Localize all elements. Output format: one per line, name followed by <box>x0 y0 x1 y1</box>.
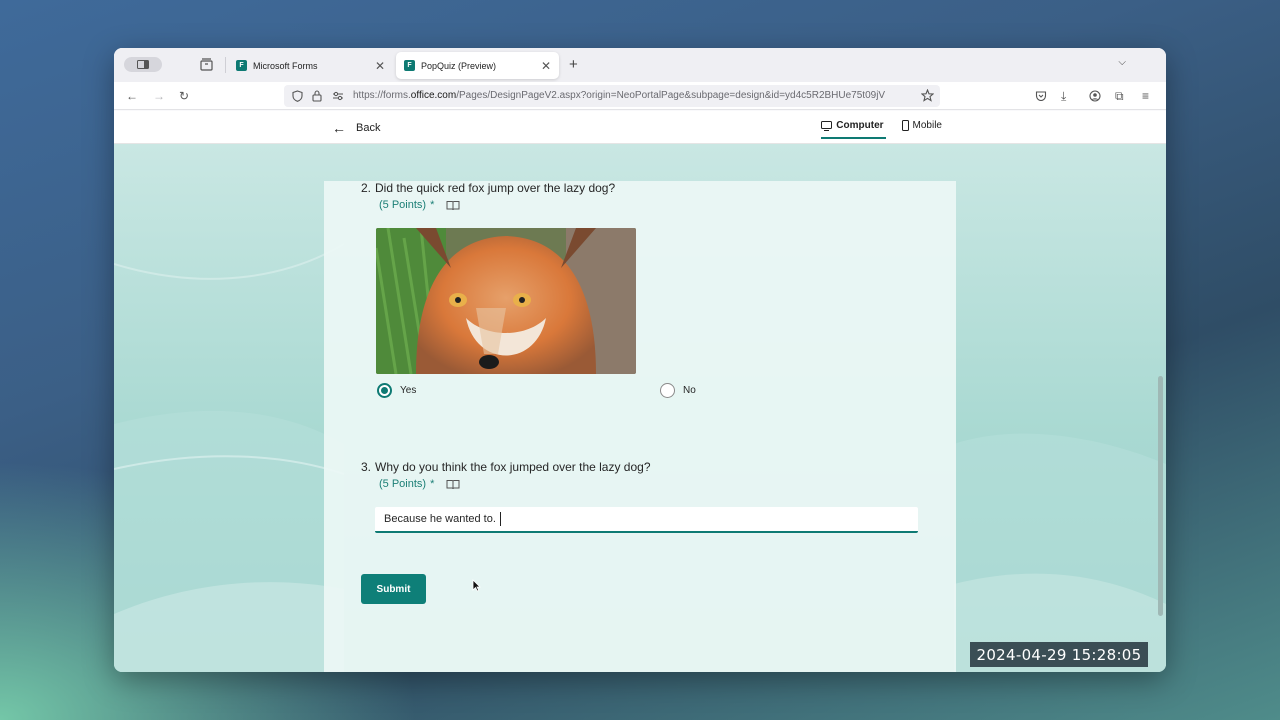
question-number: 3. <box>361 460 372 474</box>
extensions-icon[interactable]: ⧉ <box>1115 89 1124 104</box>
question-3-points: (5 Points) * <box>379 478 460 490</box>
account-icon[interactable] <box>1089 90 1101 102</box>
submit-button[interactable]: Submit <box>361 574 426 604</box>
tab-title: Microsoft Forms <box>253 60 318 71</box>
close-tab-icon[interactable]: ✕ <box>375 59 385 73</box>
back-button[interactable]: ← Back <box>332 120 380 136</box>
sidebar-toggle-button[interactable] <box>124 57 162 72</box>
points-label: (5 Points) <box>379 199 427 211</box>
tab-microsoft-forms[interactable]: F Microsoft Forms ✕ <box>228 52 393 79</box>
question-text: Why do you think the fox jumped over the… <box>375 460 651 474</box>
option-label: No <box>683 385 696 396</box>
required-mark: * <box>430 199 435 211</box>
tab-popquiz-preview[interactable]: F PopQuiz (Preview) ✕ <box>396 52 559 79</box>
points-label: (5 Points) <box>379 478 427 490</box>
bookmark-star-icon[interactable] <box>921 89 934 102</box>
sidebar-icon <box>137 60 149 69</box>
mobile-icon <box>901 120 909 131</box>
tab-title: PopQuiz (Preview) <box>421 60 497 71</box>
forms-header: ← Back Computer Mobile <box>114 111 1166 144</box>
computer-view-button[interactable]: Computer <box>821 120 886 139</box>
mouse-cursor-icon <box>472 579 481 592</box>
back-arrow-icon[interactable]: ← <box>126 89 138 103</box>
url-domain: office.com <box>410 90 457 101</box>
url-path: /Pages/DesignPageV2.aspx?origin=NeoPorta… <box>456 90 886 101</box>
required-mark: * <box>430 478 435 490</box>
option-label: Yes <box>400 385 417 396</box>
navigation-bar: ← → ↻ https://forms.office.com/Pages/Des… <box>114 82 1166 110</box>
question-2-points: (5 Points) * <box>379 199 460 211</box>
immersive-reader-icon[interactable] <box>446 200 460 211</box>
shield-icon[interactable] <box>292 90 303 102</box>
permissions-icon[interactable] <box>332 91 344 101</box>
chevron-down-icon[interactable]: ⌵ <box>1118 57 1126 68</box>
back-arrow-icon: ← <box>332 120 346 136</box>
forms-favicon-icon: F <box>404 60 415 71</box>
tab-strip: F Microsoft Forms ✕ F PopQuiz (Preview) … <box>114 48 1166 82</box>
url-text[interactable]: https://forms.office.com/Pages/DesignPag… <box>353 90 913 101</box>
back-label: Back <box>356 122 381 134</box>
question-3-title: 3. Why do you think the fox jumped over t… <box>361 460 651 474</box>
lock-icon[interactable] <box>312 90 322 102</box>
download-icon[interactable]: ⤓ <box>1061 89 1066 104</box>
question-2-title: 2. Did the quick red fox jump over the la… <box>361 181 615 195</box>
option-yes[interactable]: Yes <box>377 383 416 398</box>
computer-view-label: Computer <box>836 120 884 131</box>
answer-value: Because he wanted to. <box>384 513 496 525</box>
close-tab-icon[interactable]: ✕ <box>541 59 551 73</box>
address-bar[interactable]: https://forms.office.com/Pages/DesignPag… <box>284 85 940 107</box>
tab-list-icon[interactable] <box>200 58 213 71</box>
view-toggle: Computer Mobile <box>803 120 942 139</box>
answer-text-field[interactable]: Because he wanted to. <box>375 507 918 533</box>
reload-icon[interactable]: ↻ <box>179 89 189 103</box>
form-preview-area: 2. Did the quick red fox jump over the la… <box>114 144 1166 672</box>
computer-icon <box>821 120 833 131</box>
fox-image <box>376 228 636 374</box>
new-tab-icon[interactable]: + <box>569 56 578 73</box>
tab-separator <box>225 57 226 73</box>
forward-arrow-icon[interactable]: → <box>153 89 165 103</box>
question-text: Did the quick red fox jump over the lazy… <box>375 181 616 195</box>
pocket-icon[interactable] <box>1035 90 1047 102</box>
immersive-reader-icon[interactable] <box>446 479 460 490</box>
form-card: 2. Did the quick red fox jump over the la… <box>324 181 956 672</box>
option-no[interactable]: No <box>660 383 696 398</box>
scrollbar[interactable] <box>1158 376 1163 616</box>
mobile-view-button[interactable]: Mobile <box>901 120 942 131</box>
mobile-view-label: Mobile <box>912 120 942 131</box>
recording-timestamp: 2024-04-29 15:28:05 <box>970 642 1148 667</box>
yes-radio[interactable] <box>377 383 392 398</box>
text-caret <box>499 512 501 526</box>
no-radio[interactable] <box>660 383 675 398</box>
forms-favicon-icon: F <box>236 60 247 71</box>
url-prefix: https://forms. <box>353 90 411 101</box>
question-number: 2. <box>361 181 372 195</box>
browser-window: F Microsoft Forms ✕ F PopQuiz (Preview) … <box>114 48 1166 672</box>
menu-icon[interactable]: ≡ <box>1142 89 1149 103</box>
